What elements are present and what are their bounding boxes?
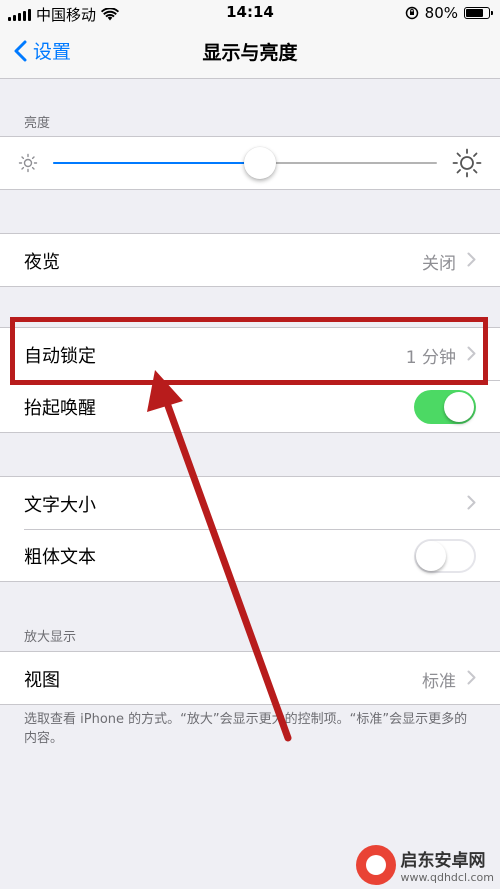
text-size-row[interactable]: 文字大小 (0, 477, 500, 529)
zoom-view-row[interactable]: 视图 标准 (0, 652, 500, 704)
bold-text-label: 粗体文本 (24, 547, 96, 568)
lock-group: 自动锁定 1 分钟 抬起唤醒 (0, 327, 500, 433)
brightness-slider-fill (53, 162, 261, 164)
raise-to-wake-label: 抬起唤醒 (24, 398, 96, 419)
bold-text-row: 粗体文本 (0, 529, 500, 581)
navigation-bar: 设置 显示与亮度 (0, 26, 500, 79)
watermark-url: www.qdhdcl.com (400, 871, 495, 884)
settings-screen: 中国移动 14:14 80% 设置 显示与亮度 亮度 夜览 关闭 自动锁定 1 … (0, 0, 500, 889)
brightness-slider[interactable] (53, 147, 437, 179)
zoom-view-value: 标准 (422, 672, 456, 692)
status-bar: 中国移动 14:14 80% (0, 0, 500, 26)
watermark: 启东安卓网 www.qdhdcl.com (355, 845, 495, 885)
auto-lock-row[interactable]: 自动锁定 1 分钟 (0, 328, 500, 380)
chevron-right-icon (467, 495, 476, 510)
page-title: 显示与亮度 (202, 42, 298, 64)
raise-to-wake-switch[interactable] (414, 390, 476, 424)
switch-knob (444, 392, 474, 422)
night-shift-group: 夜览 关闭 (0, 233, 500, 287)
raise-to-wake-row: 抬起唤醒 (0, 380, 500, 432)
battery-icon (464, 7, 493, 19)
brightness-section-header: 亮度 (24, 116, 51, 131)
zoom-view-label: 视图 (24, 670, 60, 691)
zoom-section-header: 放大显示 (24, 630, 77, 645)
chevron-right-icon (467, 252, 476, 267)
night-shift-value: 关闭 (422, 254, 456, 274)
battery-fill (466, 9, 484, 17)
annotation-arrow-icon (147, 370, 292, 742)
auto-lock-label: 自动锁定 (24, 346, 96, 367)
watermark-text: 启东安卓网 www.qdhdcl.com (401, 846, 495, 884)
night-shift-label: 夜览 (24, 252, 60, 273)
zoom-footer-note: 选取查看 iPhone 的方式。“放大”会显示更大的控制项。“标准”会显示更多的… (24, 712, 468, 746)
sun-large-icon (452, 148, 482, 178)
text-group: 文字大小 粗体文本 (0, 476, 500, 582)
zoom-group: 视图 标准 (0, 651, 500, 705)
chevron-right-icon (467, 670, 476, 685)
night-shift-row[interactable]: 夜览 关闭 (0, 234, 500, 286)
watermark-logo-icon (355, 845, 396, 885)
brightness-group (0, 136, 500, 190)
orientation-lock-icon (405, 6, 418, 20)
brightness-slider-thumb[interactable] (244, 147, 277, 179)
battery-percent: 80% (424, 4, 458, 22)
sun-small-icon (18, 153, 38, 173)
watermark-name: 启东安卓网 (400, 851, 486, 871)
text-size-label: 文字大小 (24, 495, 96, 516)
bold-text-switch[interactable] (414, 539, 476, 573)
chevron-right-icon (467, 346, 476, 361)
auto-lock-value: 1 分钟 (405, 348, 456, 368)
switch-knob (416, 541, 446, 571)
brightness-slider-row (0, 137, 500, 189)
status-right: 80% (405, 4, 493, 22)
